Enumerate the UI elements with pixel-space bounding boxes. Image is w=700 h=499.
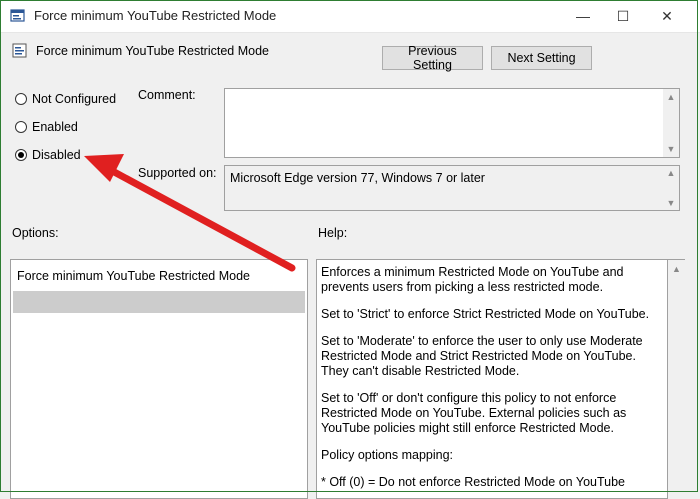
help-paragraph: Enforces a minimum Restricted Mode on Yo… bbox=[321, 265, 624, 294]
help-paragraph: * Off (0) = Do not enforce Restricted Mo… bbox=[321, 475, 625, 489]
help-paragraph: Set to 'Strict' to enforce Strict Restri… bbox=[321, 307, 650, 321]
window-title: Force minimum YouTube Restricted Mode bbox=[34, 8, 277, 23]
radio-circle bbox=[15, 93, 27, 105]
supported-scrollbar[interactable]: ▲ ▼ bbox=[663, 166, 679, 210]
scroll-up-icon[interactable]: ▲ bbox=[663, 92, 679, 102]
help-panel: Enforces a minimum Restricted Mode on Yo… bbox=[316, 259, 668, 499]
options-panel[interactable]: Force minimum YouTube Restricted Mode bbox=[10, 259, 308, 499]
radio-not-configured[interactable]: Not Configured bbox=[15, 92, 116, 106]
help-paragraph: Set to 'Off' or don't configure this pol… bbox=[321, 391, 627, 435]
title-bar[interactable]: Force minimum YouTube Restricted Mode — … bbox=[0, 0, 700, 33]
radio-label: Disabled bbox=[32, 148, 81, 162]
scroll-down-icon[interactable]: ▼ bbox=[663, 144, 679, 154]
policy-name: Force minimum YouTube Restricted Mode bbox=[36, 44, 269, 58]
help-paragraph: Set to 'Moderate' to enforce the user to… bbox=[321, 334, 643, 378]
scroll-up-icon[interactable]: ▲ bbox=[668, 264, 685, 274]
minimize-icon: — bbox=[576, 8, 590, 24]
maximize-button[interactable]: ☐ bbox=[600, 0, 646, 32]
help-scrollbar[interactable]: ▲ bbox=[668, 259, 685, 499]
options-item: Force minimum YouTube Restricted Mode bbox=[17, 269, 250, 283]
options-placeholder-row bbox=[13, 291, 305, 313]
close-button[interactable]: ✕ bbox=[644, 0, 690, 32]
supported-on-label: Supported on: bbox=[138, 166, 217, 180]
radio-label: Enabled bbox=[32, 120, 78, 134]
options-label: Options: bbox=[12, 226, 59, 240]
radio-label: Not Configured bbox=[32, 92, 117, 106]
help-text: Enforces a minimum Restricted Mode on Yo… bbox=[321, 265, 661, 498]
radio-enabled[interactable]: Enabled bbox=[15, 120, 78, 134]
help-label: Help: bbox=[318, 226, 348, 240]
maximize-icon: ☐ bbox=[616, 7, 630, 24]
supported-on-value: Microsoft Edge version 77, Windows 7 or … bbox=[230, 171, 485, 185]
scroll-up-icon[interactable]: ▲ bbox=[663, 168, 679, 178]
comment-label: Comment: bbox=[138, 88, 196, 102]
comment-textbox[interactable]: ▲ ▼ bbox=[224, 88, 680, 158]
radio-circle-selected bbox=[15, 149, 27, 161]
close-icon: ✕ bbox=[661, 7, 673, 24]
scroll-down-icon[interactable]: ▼ bbox=[663, 198, 679, 208]
supported-on-box: Microsoft Edge version 77, Windows 7 or … bbox=[224, 165, 680, 211]
comment-scrollbar[interactable]: ▲ ▼ bbox=[663, 89, 679, 157]
radio-circle bbox=[15, 121, 27, 133]
policy-setting-icon bbox=[12, 43, 27, 58]
next-setting-button[interactable]: Next Setting bbox=[491, 46, 592, 70]
help-paragraph: Policy options mapping: bbox=[321, 448, 454, 462]
radio-disabled[interactable]: Disabled bbox=[15, 148, 81, 162]
policy-window-icon bbox=[10, 9, 25, 22]
previous-setting-button[interactable]: Previous Setting bbox=[382, 44, 483, 72]
